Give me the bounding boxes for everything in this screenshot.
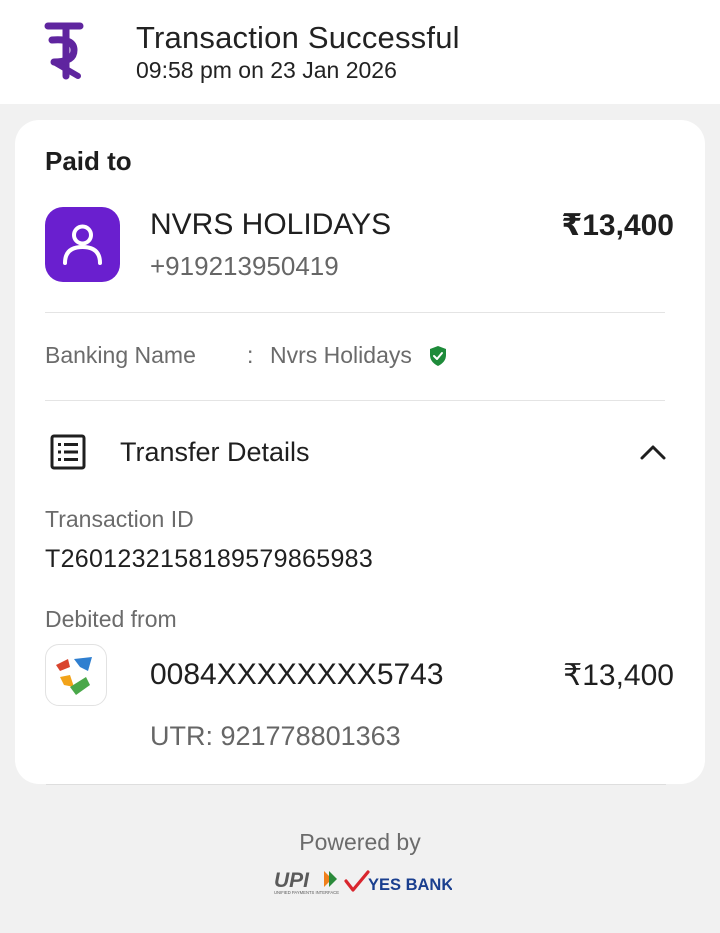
banking-name-separator: : <box>247 342 254 368</box>
divider <box>45 400 665 401</box>
transfer-details-title[interactable]: Transfer Details <box>120 437 310 468</box>
phonepe-logo <box>44 22 84 80</box>
banking-name-label: Banking Name <box>45 342 196 368</box>
bank-logo-icon <box>45 644 107 706</box>
divider <box>45 312 665 313</box>
yes-bank-logo-text: YES BANK <box>368 876 452 894</box>
yes-bank-logo: YES BANK <box>344 870 452 894</box>
payee-name: NVRS HOLIDAYS <box>150 208 392 241</box>
user-avatar-icon <box>45 207 120 282</box>
payment-amount: ₹13,400 <box>561 209 674 242</box>
partner-logos: UPI UNIFIED PAYMENTS INTERFACE YES BANK <box>272 868 452 898</box>
upi-logo: UPI UNIFIED PAYMENTS INTERFACE <box>274 869 339 895</box>
account-number: 0084XXXXXXXX5743 <box>150 658 444 691</box>
transaction-card: Paid to NVRS HOLIDAYS +919213950419 ₹13,… <box>15 120 705 784</box>
page-title: Transaction Successful <box>136 20 460 55</box>
header: Transaction Successful 09:58 pm on 23 Ja… <box>0 0 720 104</box>
chevron-up-icon[interactable] <box>639 442 667 462</box>
powered-by-label: Powered by <box>299 829 421 855</box>
transaction-id-label: Transaction ID <box>45 506 194 532</box>
receipt-list-icon <box>50 434 86 470</box>
banking-name-value: Nvrs Holidays <box>270 342 412 368</box>
debited-from-label: Debited from <box>45 606 177 632</box>
upi-logo-text: UPI <box>274 869 310 892</box>
paid-to-label: Paid to <box>45 146 132 176</box>
transaction-datetime: 09:58 pm on 23 Jan 2026 <box>136 57 397 83</box>
upi-tagline: UNIFIED PAYMENTS INTERFACE <box>274 890 339 895</box>
utr-number: UTR: 921778801363 <box>150 721 401 751</box>
divider <box>46 784 666 785</box>
debited-amount: ₹13,400 <box>563 659 674 692</box>
transaction-id-value: T2601232158189579865983 <box>45 545 374 573</box>
payee-phone: +919213950419 <box>150 251 339 281</box>
verified-shield-icon <box>430 346 446 366</box>
